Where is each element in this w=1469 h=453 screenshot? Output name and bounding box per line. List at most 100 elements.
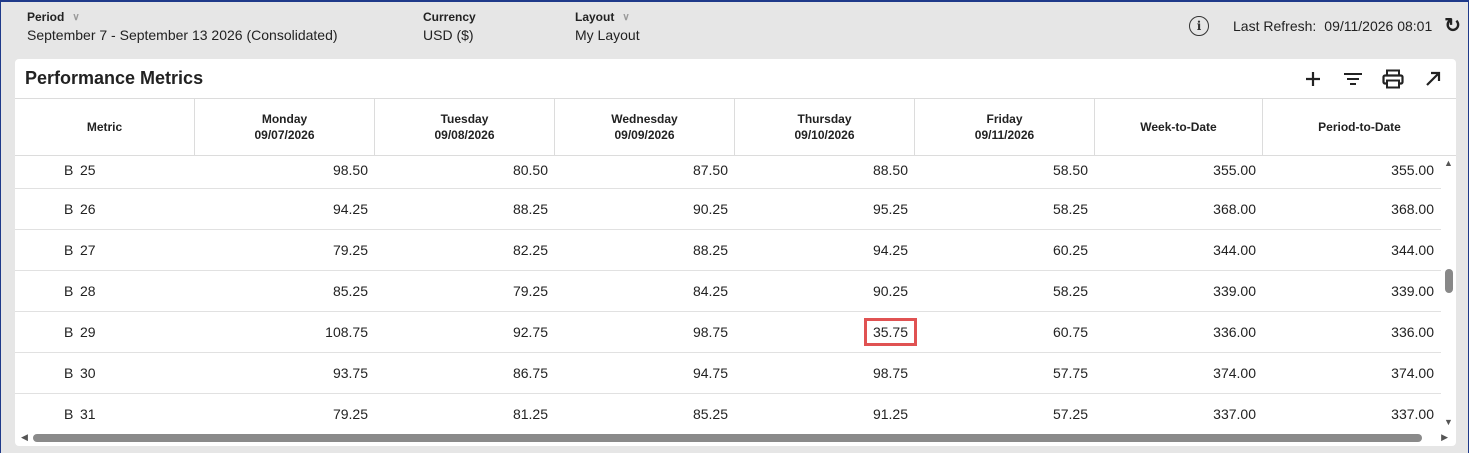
- value-cell-wtd[interactable]: 374.00: [1095, 353, 1263, 393]
- cell-value: 86.75: [512, 365, 548, 381]
- value-cell-wed[interactable]: 98.75: [555, 312, 735, 352]
- column-header-line1: Monday: [261, 112, 308, 126]
- value-cell-wtd[interactable]: 336.00: [1095, 312, 1263, 352]
- value-cell-thu[interactable]: 98.75: [735, 353, 915, 393]
- value-cell-ptd[interactable]: 355.00: [1263, 156, 1441, 188]
- value-cell-wed[interactable]: 94.75: [555, 353, 735, 393]
- cell-value: 93.75: [332, 365, 368, 381]
- metric-cell: B 28: [15, 271, 195, 311]
- column-header-week-to-date[interactable]: Week-to-Date: [1095, 99, 1263, 155]
- layout-value[interactable]: My Layout: [575, 27, 640, 43]
- column-header-wednesday[interactable]: Wednesday 09/09/2026: [555, 99, 735, 155]
- currency-value[interactable]: USD ($): [423, 27, 476, 43]
- value-cell-tue[interactable]: 86.75: [375, 353, 555, 393]
- value-cell-mon[interactable]: 93.75: [195, 353, 375, 393]
- value-cell-mon[interactable]: 98.50: [195, 156, 375, 188]
- value-cell-fri[interactable]: 58.50: [915, 156, 1095, 188]
- value-cell-wed[interactable]: 90.25: [555, 189, 735, 229]
- value-cell-ptd[interactable]: 336.00: [1263, 312, 1441, 352]
- value-cell-tue[interactable]: 80.50: [375, 156, 555, 188]
- cell-value: 355.00: [1391, 161, 1434, 178]
- card-title: Performance Metrics: [25, 68, 204, 88]
- scroll-up-icon[interactable]: ▲: [1444, 158, 1453, 168]
- value-cell-tue[interactable]: 81.25: [375, 394, 555, 430]
- value-cell-fri[interactable]: 60.25: [915, 230, 1095, 270]
- value-cell-tue[interactable]: 79.25: [375, 271, 555, 311]
- value-cell-mon[interactable]: 79.25: [195, 230, 375, 270]
- cell-value: 57.75: [1052, 365, 1088, 381]
- value-cell-fri[interactable]: 58.25: [915, 271, 1095, 311]
- value-cell-tue[interactable]: 92.75: [375, 312, 555, 352]
- table-row[interactable]: B 27 79.25 82.25 88.25 94.25 60.25 344.00 344.00: [15, 230, 1441, 271]
- table-row[interactable]: B 25 98.50 80.50 87.50 88.50 58.50 355.00 355.00: [15, 156, 1441, 189]
- table-row[interactable]: B 30 93.75 86.75 94.75 98.75 57.75 374.00 374.00: [15, 353, 1441, 394]
- metric-id: 30: [80, 365, 96, 381]
- value-cell-wtd[interactable]: 344.00: [1095, 230, 1263, 270]
- column-header-thursday[interactable]: Thursday 09/10/2026: [735, 99, 915, 155]
- currency-filter[interactable]: Currency USD ($): [423, 10, 476, 43]
- cell-value: 98.50: [332, 161, 368, 178]
- value-cell-wed[interactable]: 85.25: [555, 394, 735, 430]
- value-cell-wtd[interactable]: 355.00: [1095, 156, 1263, 188]
- cell-value: 368.00: [1213, 201, 1256, 217]
- column-header-line1: Metric: [86, 120, 123, 134]
- table-row[interactable]: B 29 108.75 92.75 98.75 35.75 60.75 336.00 336.0…: [15, 312, 1441, 353]
- value-cell-fri[interactable]: 60.75: [915, 312, 1095, 352]
- value-cell-ptd[interactable]: 337.00: [1263, 394, 1441, 430]
- value-cell-mon[interactable]: 79.25: [195, 394, 375, 430]
- scroll-down-icon[interactable]: ▼: [1444, 417, 1453, 427]
- horizontal-scroll-thumb[interactable]: [33, 434, 1422, 442]
- column-header-monday[interactable]: Monday 09/07/2026: [195, 99, 375, 155]
- layout-filter[interactable]: Layout ∨ My Layout: [575, 10, 640, 43]
- value-cell-wtd[interactable]: 368.00: [1095, 189, 1263, 229]
- table-row[interactable]: B 26 94.25 88.25 90.25 95.25 58.25 368.00 368.00: [15, 189, 1441, 230]
- column-header-line1: Week-to-Date: [1140, 120, 1217, 134]
- chevron-down-icon[interactable]: ∨: [72, 12, 79, 23]
- chevron-down-icon[interactable]: ∨: [622, 12, 629, 23]
- currency-label: Currency: [423, 10, 476, 24]
- value-cell-mon[interactable]: 94.25: [195, 189, 375, 229]
- expand-icon[interactable]: [1420, 66, 1446, 92]
- value-cell-fri[interactable]: 58.25: [915, 189, 1095, 229]
- value-cell-thu[interactable]: 35.75: [735, 312, 917, 352]
- vertical-scroll-thumb[interactable]: [1445, 269, 1453, 293]
- value-cell-thu[interactable]: 95.25: [735, 189, 915, 229]
- column-header-tuesday[interactable]: Tuesday 09/08/2026: [375, 99, 555, 155]
- value-cell-wed[interactable]: 84.25: [555, 271, 735, 311]
- value-cell-mon[interactable]: 108.75: [195, 312, 375, 352]
- refresh-icon[interactable]: ↻: [1444, 16, 1461, 36]
- plus-icon[interactable]: [1300, 66, 1326, 92]
- value-cell-ptd[interactable]: 344.00: [1263, 230, 1441, 270]
- column-header-period-to-date[interactable]: Period-to-Date: [1263, 99, 1456, 155]
- column-header-friday[interactable]: Friday 09/11/2026: [915, 99, 1095, 155]
- print-icon[interactable]: [1380, 66, 1406, 92]
- value-cell-fri[interactable]: 57.75: [915, 353, 1095, 393]
- column-header-metric[interactable]: Metric: [15, 99, 195, 155]
- cell-value: 84.25: [692, 283, 728, 299]
- value-cell-tue[interactable]: 88.25: [375, 189, 555, 229]
- value-cell-thu[interactable]: 91.25: [735, 394, 915, 430]
- value-cell-ptd[interactable]: 374.00: [1263, 353, 1441, 393]
- value-cell-thu[interactable]: 90.25: [735, 271, 915, 311]
- value-cell-thu[interactable]: 94.25: [735, 230, 915, 270]
- value-cell-ptd[interactable]: 368.00: [1263, 189, 1441, 229]
- value-cell-thu[interactable]: 88.50: [735, 156, 915, 188]
- table-row[interactable]: B 31 79.25 81.25 85.25 91.25 57.25 337.00 337.00: [15, 394, 1441, 430]
- value-cell-mon[interactable]: 85.25: [195, 271, 375, 311]
- scroll-left-icon[interactable]: ◀: [21, 432, 28, 443]
- period-value[interactable]: September 7 - September 13 2026 (Consoli…: [27, 27, 338, 43]
- vertical-scrollbar[interactable]: ▲ ▼: [1441, 156, 1456, 429]
- table-row[interactable]: B 28 85.25 79.25 84.25 90.25 58.25 339.00 339.00: [15, 271, 1441, 312]
- value-cell-tue[interactable]: 82.25: [375, 230, 555, 270]
- horizontal-scrollbar[interactable]: ◀ ▶: [15, 430, 1456, 446]
- value-cell-wed[interactable]: 88.25: [555, 230, 735, 270]
- value-cell-ptd[interactable]: 339.00: [1263, 271, 1441, 311]
- value-cell-fri[interactable]: 57.25: [915, 394, 1095, 430]
- filter-icon[interactable]: [1340, 66, 1366, 92]
- info-icon[interactable]: i: [1189, 16, 1210, 36]
- value-cell-wed[interactable]: 87.50: [555, 156, 735, 188]
- period-filter[interactable]: Period ∨ September 7 - September 13 2026…: [27, 10, 338, 43]
- value-cell-wtd[interactable]: 337.00: [1095, 394, 1263, 430]
- scroll-right-icon[interactable]: ▶: [1441, 432, 1448, 443]
- value-cell-wtd[interactable]: 339.00: [1095, 271, 1263, 311]
